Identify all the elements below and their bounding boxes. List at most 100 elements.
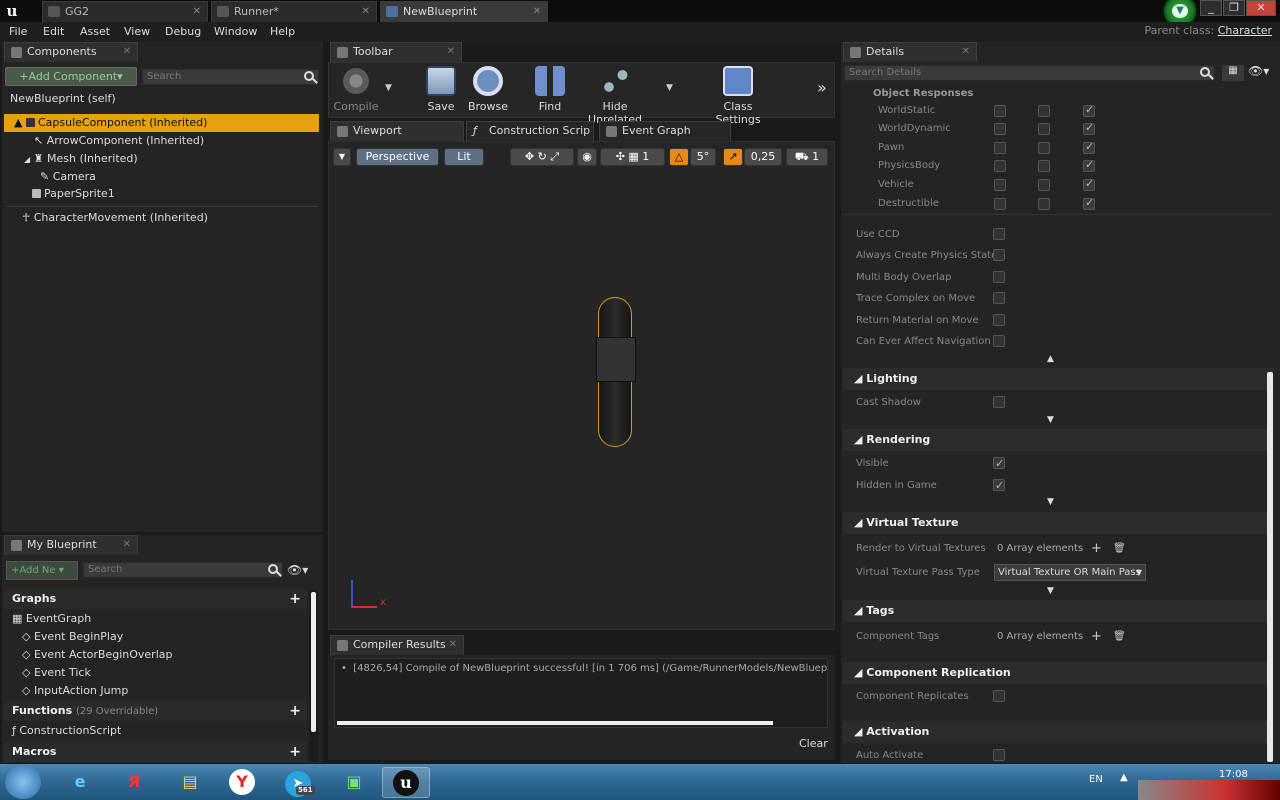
- grid-snap-group[interactable]: ✣ ▦ 1: [600, 148, 665, 166]
- unreal-logo-icon[interactable]: u: [2, 2, 22, 20]
- find-button[interactable]: Find: [524, 62, 576, 114]
- scrollbar-thumb[interactable]: [311, 592, 316, 732]
- rotation-snap-toggle-icon[interactable]: △: [669, 148, 689, 166]
- transform-tools-group[interactable]: ✥ ↻ ⤢: [510, 148, 574, 166]
- block-checkbox[interactable]: [1083, 194, 1095, 212]
- prop-checkbox[interactable]: [993, 335, 1005, 347]
- browse-button[interactable]: Browse: [462, 62, 514, 114]
- menu-help[interactable]: Help: [270, 22, 295, 42]
- language-indicator[interactable]: EN: [1089, 774, 1103, 785]
- add-element-icon[interactable]: +: [1091, 538, 1102, 559]
- prop-checkbox[interactable]: [993, 271, 1005, 283]
- document-tab-gg2[interactable]: GG2 ✕: [42, 1, 208, 22]
- components-search-input[interactable]: Search: [142, 69, 319, 85]
- trash-icon[interactable]: 🗑: [1113, 538, 1126, 559]
- component-item-arrow[interactable]: ↖ ArrowComponent (Inherited): [34, 132, 204, 150]
- parent-class-link[interactable]: Character: [1218, 24, 1272, 37]
- rotation-snap-value[interactable]: 5°: [690, 148, 716, 166]
- expand-icon[interactable]: ◢: [24, 155, 30, 164]
- hide-unrelated-chevron-icon[interactable]: ▼: [666, 83, 673, 93]
- function-item-constructionscript[interactable]: ƒ ConstructionScript: [12, 722, 121, 740]
- tab-details[interactable]: Details ✕: [843, 42, 977, 62]
- prop-checkbox[interactable]: [993, 314, 1005, 326]
- block-checkbox[interactable]: [1083, 101, 1095, 119]
- tab-viewport[interactable]: Viewport: [330, 121, 464, 141]
- expand-advanced-icon[interactable]: ▼: [1047, 586, 1054, 596]
- ignore-checkbox[interactable]: [994, 123, 1006, 135]
- add-macro-icon[interactable]: +: [289, 742, 301, 762]
- close-icon[interactable]: ✕: [447, 43, 455, 61]
- close-icon[interactable]: ✕: [449, 636, 457, 654]
- trash-icon[interactable]: 🗑: [1113, 626, 1126, 647]
- component-item-mesh[interactable]: ◢ ♜ Mesh (Inherited): [24, 150, 138, 168]
- tab-my-blueprint[interactable]: My Blueprint ✕: [4, 535, 138, 555]
- overlap-checkbox[interactable]: [1038, 160, 1050, 172]
- graph-item-eventgraph[interactable]: ▦ EventGraph: [12, 610, 91, 628]
- my-blueprint-search-input[interactable]: Search: [83, 562, 283, 578]
- start-button-icon[interactable]: [5, 765, 41, 799]
- ignore-checkbox[interactable]: [994, 105, 1006, 117]
- close-icon[interactable]: ✕: [962, 43, 970, 61]
- block-checkbox[interactable]: [1083, 138, 1095, 156]
- toolbar-overflow-icon[interactable]: »: [817, 78, 827, 97]
- menu-view[interactable]: View: [124, 22, 150, 42]
- category-lighting[interactable]: ◢ Lighting: [843, 368, 1273, 390]
- prop-checkbox[interactable]: [993, 249, 1005, 261]
- overlap-checkbox[interactable]: [1038, 198, 1050, 210]
- close-icon[interactable]: ✕: [362, 2, 370, 21]
- graph-item-beginplay[interactable]: ◇ Event BeginPlay: [22, 628, 123, 646]
- internet-explorer-icon[interactable]: e: [56, 767, 104, 798]
- functions-section-header[interactable]: Functions (29 Overridable) +: [4, 701, 307, 721]
- block-checkbox[interactable]: [1083, 156, 1095, 174]
- clear-button[interactable]: Clear: [799, 737, 828, 750]
- visible-checkbox[interactable]: [993, 453, 1005, 474]
- my-blueprint-scrollbar[interactable]: [309, 590, 318, 762]
- telegram-icon[interactable]: ➤ 561: [274, 767, 322, 798]
- scale-snap-toggle-icon[interactable]: ↗: [723, 148, 743, 166]
- add-component-button[interactable]: +Add Component▾: [5, 67, 137, 86]
- lit-button[interactable]: Lit: [444, 148, 484, 166]
- component-item-self[interactable]: NewBlueprint (self): [10, 90, 116, 108]
- block-checkbox[interactable]: [1083, 119, 1095, 137]
- expand-advanced-icon[interactable]: ▼: [1047, 415, 1054, 425]
- ignore-checkbox[interactable]: [994, 198, 1006, 210]
- category-component-replication[interactable]: ◢ Component Replication: [843, 662, 1273, 684]
- tray-expand-icon[interactable]: ▲: [1120, 772, 1128, 783]
- category-tags[interactable]: ◢ Tags: [843, 600, 1273, 622]
- prop-checkbox[interactable]: [993, 228, 1005, 240]
- view-options-eye-icon[interactable]: 👁▾: [1248, 64, 1269, 78]
- graph-item-eventtick[interactable]: ◇ Event Tick: [22, 664, 91, 682]
- close-icon[interactable]: ✕: [193, 2, 201, 21]
- overlap-checkbox[interactable]: [1038, 179, 1050, 191]
- ignore-checkbox[interactable]: [994, 142, 1006, 154]
- close-icon[interactable]: ✕: [533, 2, 541, 21]
- collapse-advanced-icon[interactable]: ▲: [1047, 354, 1054, 364]
- visibility-eye-icon[interactable]: 👁▾: [287, 563, 313, 577]
- cast-shadow-checkbox[interactable]: [993, 396, 1005, 408]
- add-function-icon[interactable]: +: [289, 701, 301, 721]
- graph-item-actorbeginoverlap[interactable]: ◇ Event ActorBeginOverlap: [22, 646, 172, 664]
- maximize-button[interactable]: ❐: [1223, 0, 1245, 16]
- tab-compiler-results[interactable]: Compiler Results ✕: [330, 635, 464, 655]
- ignore-checkbox[interactable]: [994, 160, 1006, 172]
- component-item-camera[interactable]: ✎ Camera: [40, 168, 96, 186]
- menu-asset[interactable]: Asset: [80, 22, 110, 42]
- close-icon[interactable]: ✕: [123, 536, 131, 554]
- unreal-editor-taskbar-icon[interactable]: u: [382, 767, 430, 798]
- component-item-capsule[interactable]: ▲ CapsuleComponent (Inherited): [4, 114, 319, 132]
- tab-construction-script[interactable]: ƒ Construction Scrip: [466, 121, 594, 141]
- add-graph-icon[interactable]: +: [289, 589, 301, 609]
- file-explorer-icon[interactable]: ▤: [166, 767, 214, 798]
- document-tab-runner[interactable]: Runner* ✕: [211, 1, 377, 22]
- minimize-button[interactable]: _: [1200, 0, 1222, 16]
- component-replicates-checkbox[interactable]: [993, 690, 1005, 702]
- menu-file[interactable]: File: [9, 22, 27, 42]
- details-scrollbar-thumb[interactable]: [1267, 372, 1273, 762]
- category-rendering[interactable]: ◢ Rendering: [843, 429, 1273, 451]
- monitor-app-icon[interactable]: ▣: [330, 767, 378, 798]
- perspective-button[interactable]: Perspective: [356, 148, 439, 166]
- category-virtual-texture[interactable]: ◢ Virtual Texture: [843, 512, 1273, 534]
- yandex-icon[interactable]: Я: [110, 767, 158, 798]
- vt-pass-dropdown[interactable]: Virtual Texture OR Main Pass ▼: [994, 564, 1146, 581]
- coordinate-space-icon[interactable]: ◉: [577, 148, 597, 166]
